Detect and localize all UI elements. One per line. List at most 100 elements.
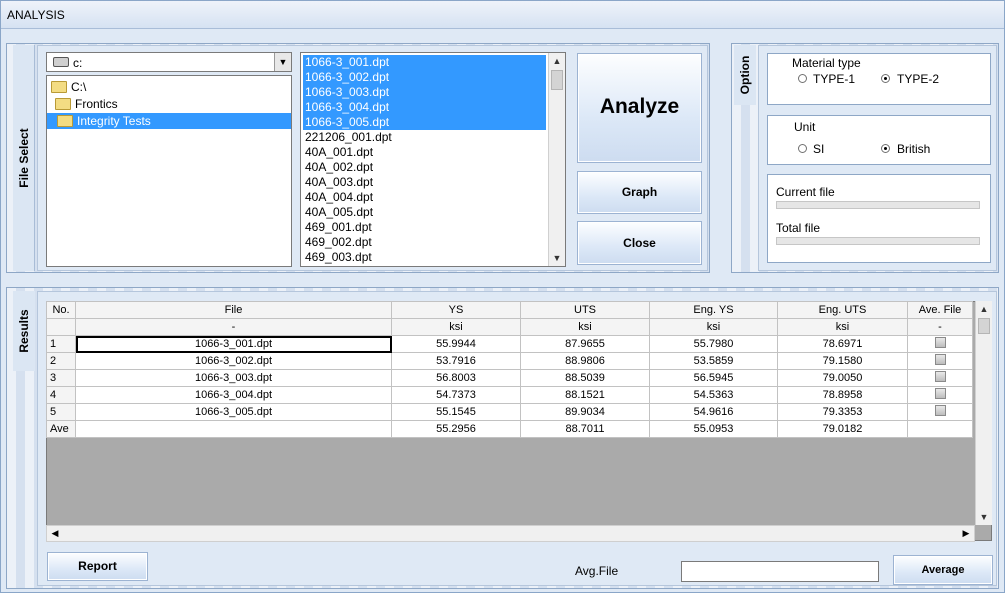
ave-file-checkbox[interactable] [934,405,946,416]
type-1-radio[interactable] [798,74,807,83]
table-row[interactable]: 4 1066-3_004.dpt 54.7373 88.1521 54.5363… [46,386,973,404]
material-type-group: Material type TYPE-1 TYPE-2 [767,53,991,105]
file-list-item[interactable]: 1066-3_005.dpt [303,115,546,130]
column-header[interactable]: YS [391,301,521,319]
column-header[interactable]: UTS [520,301,650,319]
ave-file-cell[interactable] [907,352,973,370]
ave-file-cell[interactable] [907,420,973,438]
file-list-item[interactable]: 221206_001.dpt [303,130,546,145]
eng-ys-cell[interactable]: 54.5363 [649,386,778,404]
column-header[interactable]: Ave. File [907,301,973,319]
column-header[interactable]: File [75,301,392,319]
file-list-item[interactable]: 1066-3_002.dpt [303,70,546,85]
uts-cell[interactable]: 88.7011 [520,420,650,438]
ave-file-checkbox[interactable] [934,354,946,365]
directory-item[interactable]: C:\ [51,79,289,95]
uts-cell[interactable]: 88.1521 [520,386,650,404]
eng-uts-cell[interactable]: 78.8958 [777,386,908,404]
eng-uts-cell[interactable]: 79.3353 [777,403,908,421]
average-button[interactable]: Average [893,555,993,585]
table-row[interactable]: 3 1066-3_003.dpt 56.8003 88.5039 56.5945… [46,369,973,387]
eng-ys-cell[interactable]: 54.9616 [649,403,778,421]
si-radio[interactable] [798,144,807,153]
ys-cell[interactable]: 54.7373 [391,386,521,404]
chevron-down-icon[interactable]: ▼ [274,53,291,71]
uts-cell[interactable]: 88.5039 [520,369,650,387]
drive-select[interactable]: c: ▼ [46,52,292,72]
eng-uts-cell[interactable]: 79.0050 [777,369,908,387]
file-list-item[interactable]: 40A_003.dpt [303,175,546,190]
scroll-left-icon[interactable]: ◀ [47,526,63,541]
eng-uts-cell[interactable]: 78.6971 [777,335,908,353]
ave-file-cell[interactable] [907,335,973,353]
ys-cell[interactable]: 55.2956 [391,420,521,438]
ave-file-checkbox[interactable] [934,337,946,348]
scroll-right-icon[interactable]: ▶ [958,526,974,541]
avg-file-label: Avg.File [575,564,619,578]
directory-list[interactable]: C:\ Frontics Integrity Tests [46,75,292,267]
type-2-radio[interactable] [881,74,890,83]
ave-file-cell[interactable] [907,369,973,387]
file-list-item[interactable]: 1066-3_003.dpt [303,85,546,100]
file-list-item[interactable]: 40A_002.dpt [303,160,546,175]
drive-value: c: [73,56,83,70]
results-hscrollbar[interactable]: ◀ ▶ [46,525,975,542]
ys-cell[interactable]: 53.7916 [391,352,521,370]
file-cell[interactable]: 1066-3_002.dpt [75,352,392,370]
scroll-down-icon[interactable]: ▼ [549,250,565,266]
report-button[interactable]: Report [47,552,148,581]
table-row[interactable]: 5 1066-3_005.dpt 55.1545 89.9034 54.9616… [46,403,973,421]
scroll-up-icon[interactable]: ▲ [976,301,992,317]
file-list-item[interactable]: 469_001.dpt [303,220,546,235]
directory-item[interactable]: Frontics [51,96,289,112]
file-cell[interactable]: 1066-3_004.dpt [75,386,392,404]
file-list-item[interactable]: 469_003.dpt [303,250,546,265]
file-cell[interactable]: 1066-3_003.dpt [75,369,392,387]
file-list-item[interactable]: 40A_001.dpt [303,145,546,160]
eng-uts-cell[interactable]: 79.0182 [777,420,908,438]
table-average-row[interactable]: Ave 55.2956 88.7011 55.0953 79.0182 [46,420,973,438]
results-vscrollbar[interactable]: ▲ ▼ [975,301,992,525]
column-header[interactable]: Eng. UTS [777,301,908,319]
ys-cell[interactable]: 55.9944 [391,335,521,353]
scroll-thumb[interactable] [978,318,990,334]
graph-button[interactable]: Graph [577,171,702,214]
close-button[interactable]: Close [577,221,702,265]
column-header[interactable]: Eng. YS [649,301,778,319]
analyze-button[interactable]: Analyze [577,53,702,163]
file-list-item[interactable]: 1066-3_004.dpt [303,100,546,115]
file-list-item[interactable]: 40A_005.dpt [303,205,546,220]
ave-file-checkbox[interactable] [934,371,946,382]
eng-ys-cell[interactable]: 55.7980 [649,335,778,353]
uts-cell[interactable]: 89.9034 [520,403,650,421]
file-list-scrollbar[interactable]: ▲ ▼ [548,53,565,266]
file-cell[interactable]: 1066-3_001.dpt [75,335,392,353]
eng-ys-cell[interactable]: 55.0953 [649,420,778,438]
file-list-item[interactable]: 40A_004.dpt [303,190,546,205]
ys-cell[interactable]: 55.1545 [391,403,521,421]
table-row[interactable]: 1 1066-3_001.dpt 55.9944 87.9655 55.7980… [46,335,973,353]
eng-ys-cell[interactable]: 56.5945 [649,369,778,387]
uts-cell[interactable]: 87.9655 [520,335,650,353]
table-row[interactable]: 2 1066-3_002.dpt 53.7916 88.9806 53.5859… [46,352,973,370]
file-cell[interactable]: 1066-3_005.dpt [75,403,392,421]
eng-uts-cell[interactable]: 79.1580 [777,352,908,370]
eng-ys-cell[interactable]: 53.5859 [649,352,778,370]
avg-file-input[interactable] [681,561,879,582]
uts-cell[interactable]: 88.9806 [520,352,650,370]
ave-file-checkbox[interactable] [934,388,946,399]
directory-item-selected[interactable]: Integrity Tests [47,113,291,129]
folder-open-icon [57,115,73,127]
ave-file-cell[interactable] [907,403,973,421]
ave-file-cell[interactable] [907,386,973,404]
file-list[interactable]: 1066-3_001.dpt 1066-3_002.dpt 1066-3_003… [300,52,566,267]
file-cell[interactable] [75,420,392,438]
file-list-item[interactable]: 469_002.dpt [303,235,546,250]
column-header[interactable]: No. [46,301,76,319]
scroll-down-icon[interactable]: ▼ [976,509,992,525]
scroll-up-icon[interactable]: ▲ [549,53,565,69]
scroll-thumb[interactable] [551,70,563,90]
file-list-item[interactable]: 1066-3_001.dpt [303,55,546,70]
ys-cell[interactable]: 56.8003 [391,369,521,387]
british-radio[interactable] [881,144,890,153]
